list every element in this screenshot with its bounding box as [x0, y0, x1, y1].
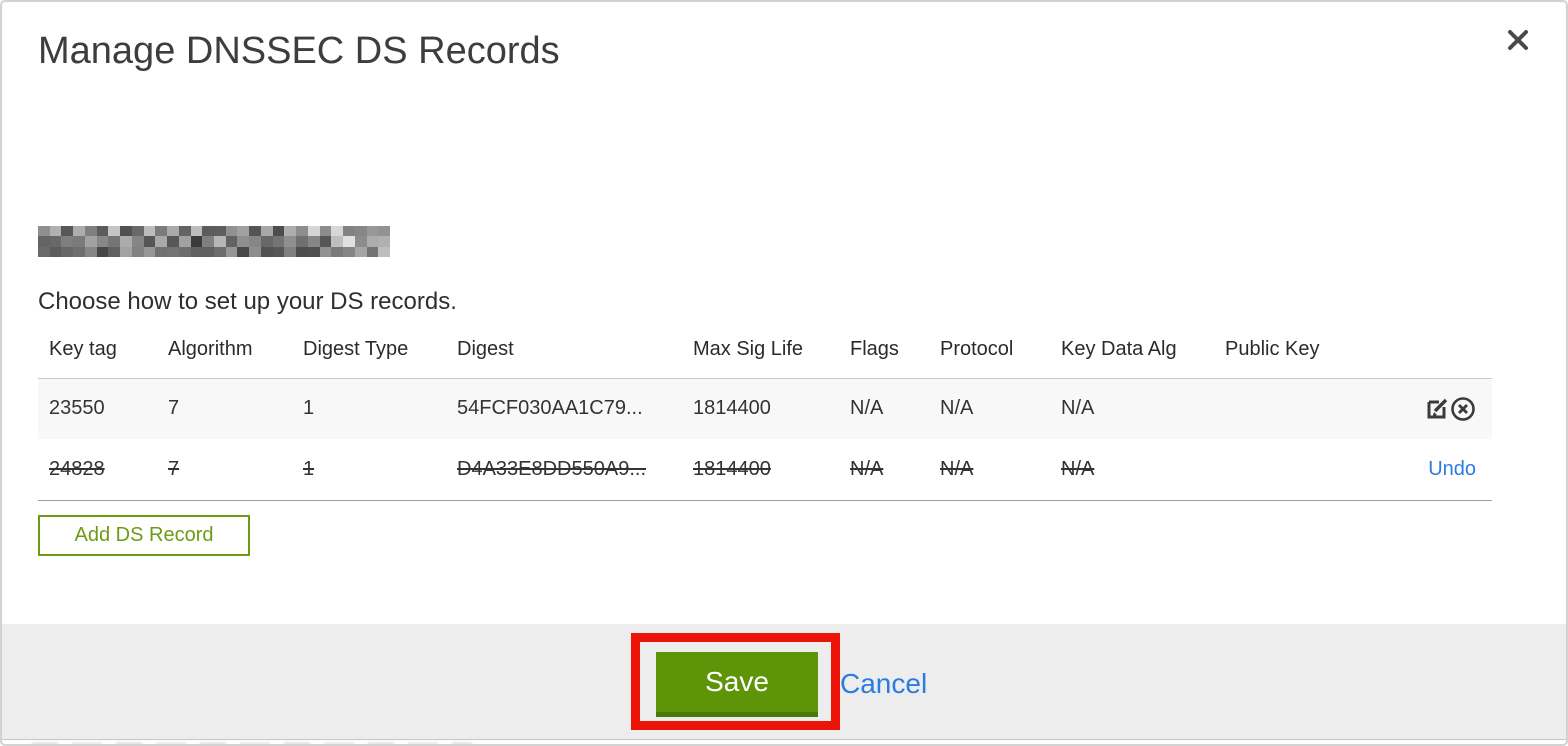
column-header-key-data-alg: Key Data Alg: [1061, 338, 1177, 361]
column-header-actions: [1334, 332, 1492, 378]
delete-record-button[interactable]: [1450, 396, 1476, 422]
table-row: 23550 7 1 54FCF030AA1C79... 1814400 N/A …: [38, 377, 1492, 439]
ds-records-table: Key tag Algorithm Digest Type Digest Max…: [38, 332, 1492, 501]
undo-link[interactable]: Undo: [1428, 458, 1476, 480]
column-header-key-tag: Key tag: [49, 338, 117, 361]
add-ds-record-button[interactable]: Add DS Record: [38, 515, 250, 556]
cell-digest: D4A33E8DD550A9...: [457, 457, 647, 480]
table-row-deleted: 24828 7 1 D4A33E8DD550A9... 1814400 N/A …: [38, 439, 1492, 501]
column-header-protocol: Protocol: [940, 338, 1014, 361]
cell-max-sig-life: 1814400: [693, 397, 771, 420]
cancel-link[interactable]: Cancel: [840, 668, 927, 700]
cell-digest: 54FCF030AA1C79...: [457, 397, 643, 420]
cell-protocol: N/A: [940, 457, 974, 480]
save-button[interactable]: Save: [656, 652, 818, 717]
page-title: Manage DNSSEC DS Records: [38, 30, 560, 72]
table-header-row: Key tag Algorithm Digest Type Digest Max…: [38, 332, 1492, 378]
cell-key-tag: 23550: [49, 397, 105, 420]
column-header-flags: Flags: [850, 338, 899, 361]
cell-key-tag: 24828: [49, 457, 105, 480]
edit-record-icon: [1425, 399, 1450, 419]
cell-algorithm: 7: [168, 457, 180, 480]
cell-digest-type: 1: [303, 397, 315, 420]
column-header-digest: Digest: [457, 338, 514, 361]
close-button[interactable]: [1504, 26, 1532, 54]
delete-record-icon: [1450, 396, 1476, 421]
cell-protocol: N/A: [940, 397, 974, 420]
column-header-algorithm: Algorithm: [168, 338, 253, 361]
cell-max-sig-life: 1814400: [693, 457, 771, 480]
cell-algorithm: 7: [168, 397, 180, 420]
edit-record-button[interactable]: [1425, 396, 1450, 421]
cell-flags: N/A: [850, 457, 884, 480]
cell-key-data-alg: N/A: [1061, 457, 1095, 480]
intro-text: Choose how to set up your DS records.: [38, 288, 457, 315]
close-icon: [1504, 30, 1532, 57]
cell-key-data-alg: N/A: [1061, 397, 1095, 420]
cell-digest-type: 1: [303, 457, 315, 480]
background-page-remnant: [32, 742, 472, 744]
redacted-domain-name: [38, 226, 390, 257]
dnssec-dialog: Manage DNSSEC DS Records Choose how to s…: [0, 0, 1568, 746]
cell-flags: N/A: [850, 397, 884, 420]
column-header-digest-type: Digest Type: [303, 338, 409, 361]
column-header-public-key: Public Key: [1225, 338, 1320, 361]
column-header-max-sig-life: Max Sig Life: [693, 338, 804, 361]
